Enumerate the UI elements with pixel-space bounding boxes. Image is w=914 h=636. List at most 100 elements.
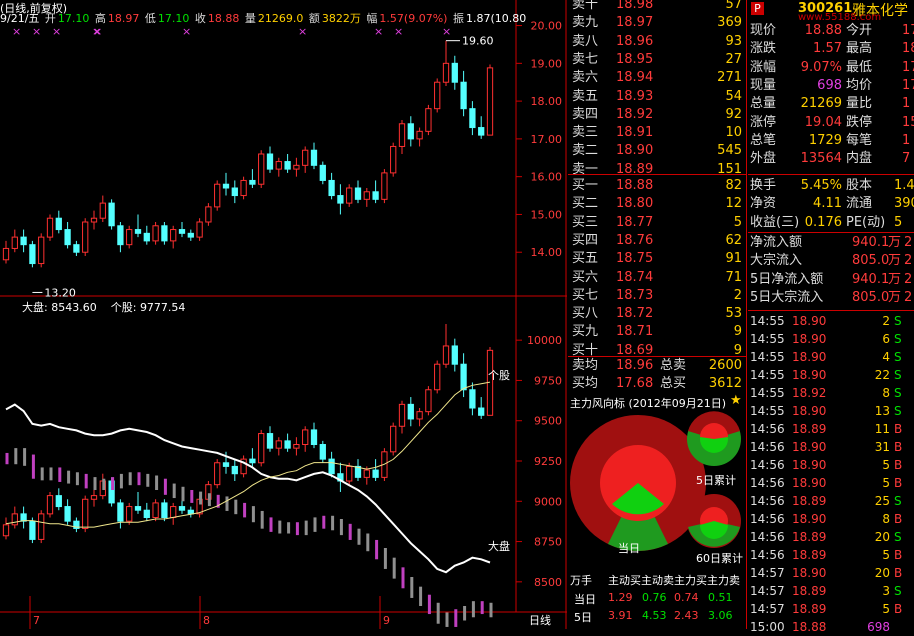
index-candle: [84, 473, 88, 489]
candle-body: [460, 81, 467, 110]
period-daily-button[interactable]: 日线: [529, 612, 551, 628]
avg-label: 买均: [572, 376, 599, 391]
tick-row[interactable]: 14:56 18.89 11 B: [748, 420, 914, 438]
sell-order-row[interactable]: 卖六 18.94 271: [568, 69, 746, 87]
flow-row: 净流入额 940.1 万 2: [748, 234, 914, 252]
quote-value: 21269: [800, 96, 842, 112]
tick-row[interactable]: 14:55 18.92 8 S: [748, 384, 914, 402]
candle-body: [196, 221, 203, 238]
buy-order-row[interactable]: 买六 18.74 71: [568, 269, 746, 287]
tick-row[interactable]: 15:00 18.88 698: [748, 618, 914, 636]
buy-order-row[interactable]: 买七 18.73 2: [568, 287, 746, 305]
order-label: 买二: [572, 196, 599, 212]
candle-body: [258, 153, 265, 185]
candle-body: [214, 183, 221, 208]
index-candle: [427, 594, 431, 615]
tick-row[interactable]: 14:56 18.89 25 S: [748, 492, 914, 510]
quote-label-2: 跌停: [846, 114, 873, 130]
buy-order-row[interactable]: 买二 18.80 12: [568, 195, 746, 213]
capital-row-value: 2.43: [674, 609, 699, 622]
sell-order-row[interactable]: 卖二 18.90 545: [568, 142, 746, 160]
candle-body: [134, 229, 142, 234]
candle-body: [64, 229, 71, 246]
buy-order-row[interactable]: 买三 18.77 5: [568, 214, 746, 232]
tick-row[interactable]: 14:56 18.90 31 B: [748, 438, 914, 456]
tick-volume: 11: [874, 422, 890, 436]
order-volume: 10: [725, 125, 742, 141]
star-icon[interactable]: ★: [730, 393, 742, 408]
tick-side: S: [894, 314, 902, 328]
tick-row[interactable]: 14:56 18.89 20 S: [748, 528, 914, 546]
avg-sell-row: 卖均 18.96 总卖 2600: [568, 357, 746, 375]
tick-row[interactable]: 14:57 18.90 20 B: [748, 564, 914, 582]
tick-side: S: [894, 404, 902, 418]
fund-value: 4.11: [813, 196, 842, 212]
buy-order-row[interactable]: 买五 18.75 91: [568, 250, 746, 268]
tick-volume: 2: [882, 314, 890, 328]
buy-order-row[interactable]: 买一 18.88 82: [568, 177, 746, 195]
tick-row[interactable]: 14:57 18.89 3 S: [748, 582, 914, 600]
tick-price: 18.89: [792, 494, 827, 508]
order-volume: 2: [733, 287, 742, 303]
order-label: 买四: [572, 232, 599, 248]
capital-row-value: 4.53: [642, 609, 667, 622]
tick-row[interactable]: 14:55 18.90 4 S: [748, 348, 914, 366]
fund-value: 5.45%: [800, 178, 842, 193]
price-tick-label: 14.00: [531, 246, 563, 259]
order-label: 卖三: [572, 125, 599, 141]
compare-candle-body: [187, 509, 194, 515]
kline-chart-area[interactable]: 20.00 19.00 18.00 17.00 16.00 15.00 14.00 10000…: [0, 0, 567, 629]
tick-row[interactable]: 14:55 18.90 13 S: [748, 402, 914, 420]
index-candle: [58, 467, 62, 482]
tick-time: 14:55: [750, 386, 785, 400]
candle-body: [284, 161, 291, 170]
candle-body: [434, 81, 441, 110]
sell-order-row[interactable]: 卖四 18.92 92: [568, 106, 746, 124]
index-candle: [31, 454, 35, 479]
tick-row[interactable]: 14:55 18.90 2 S: [748, 312, 914, 330]
sell-order-row[interactable]: 卖三 18.91 10: [568, 124, 746, 142]
tick-row[interactable]: 14:55 18.90 6 S: [748, 330, 914, 348]
tick-side: B: [894, 512, 903, 526]
tick-row[interactable]: 14:56 18.90 5 B: [748, 456, 914, 474]
index-candle: [489, 602, 493, 618]
compare-candle-body: [460, 363, 467, 391]
event-marker: ×: [182, 25, 191, 38]
candle-body: [152, 225, 159, 242]
index-candle: [366, 533, 370, 552]
buy-order-row[interactable]: 买九 18.71 9: [568, 323, 746, 341]
candle-body: [20, 236, 27, 246]
tick-row[interactable]: 14:56 18.89 5 B: [748, 546, 914, 564]
candle-body: [117, 225, 124, 246]
tick-volume: 25: [874, 494, 890, 508]
tick-price: 18.90: [792, 566, 827, 580]
compare-candle-body: [442, 345, 450, 365]
candle-body: [390, 145, 397, 174]
buy-order-row[interactable]: 买八 18.72 53: [568, 305, 746, 323]
fund-value-2: 5: [894, 214, 903, 230]
tick-time: 14:55: [750, 368, 785, 382]
buy-order-row[interactable]: 买四 18.76 62: [568, 232, 746, 250]
tick-row[interactable]: 14:56 18.90 8 B: [748, 510, 914, 528]
index-candle: [454, 609, 458, 627]
sell-order-row[interactable]: 卖五 18.93 54: [568, 88, 746, 106]
quote-value-2: 17: [902, 23, 914, 38]
tick-price: 18.89: [792, 602, 827, 616]
sell-order-row[interactable]: 卖七 18.95 27: [568, 51, 746, 69]
tick-row[interactable]: 14:55 18.90 22 S: [748, 366, 914, 384]
tick-price: 18.90: [792, 512, 827, 526]
tick-price: 18.92: [792, 386, 827, 400]
tick-row[interactable]: 14:57 18.89 5 B: [748, 600, 914, 618]
sell-order-row[interactable]: 卖十 18.98 57: [568, 0, 746, 14]
tick-row[interactable]: 14:56 18.90 5 B: [748, 474, 914, 492]
info-chg-label: 幅: [366, 12, 378, 25]
index-candle: [40, 467, 44, 481]
sell-order-row[interactable]: 卖八 18.96 93: [568, 33, 746, 51]
index-candle: [295, 522, 299, 536]
quote-value: 1729: [808, 132, 842, 148]
sell-order-row[interactable]: 卖九 18.97 369: [568, 14, 746, 32]
order-volume: 62: [725, 232, 742, 248]
order-price: 18.74: [616, 269, 654, 285]
index-line-label: 大盘: [488, 539, 510, 553]
flow-extra: 2: [904, 289, 913, 305]
